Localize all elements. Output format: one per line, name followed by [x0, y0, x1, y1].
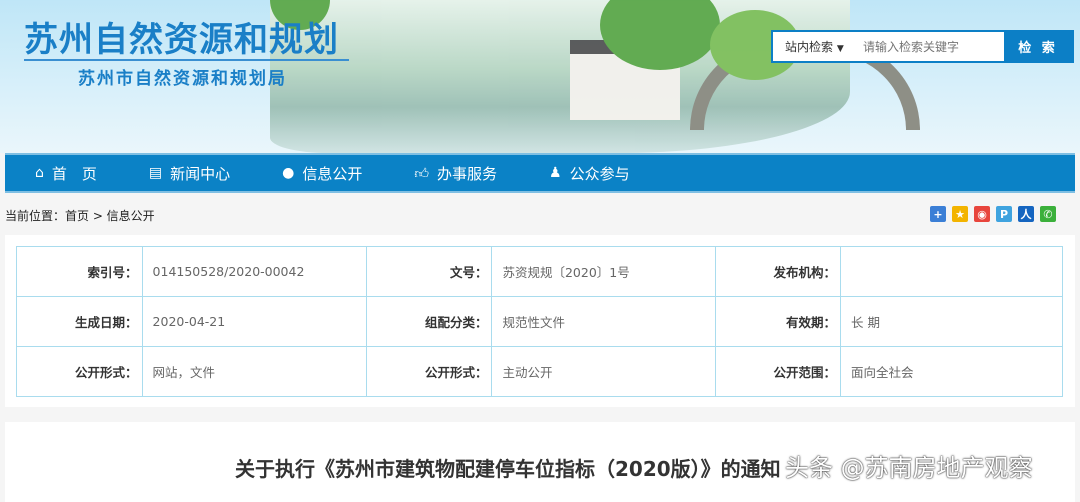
- tencent-icon[interactable]: P: [996, 206, 1012, 222]
- main-nav: ⌂ 首 页 ▤ 新闻中心 ● 信息公开 👍︎ 办事服务 ♟ 公众参与: [5, 153, 1075, 193]
- search-button[interactable]: 检 索: [1004, 32, 1072, 61]
- globe-icon: ●: [282, 165, 295, 181]
- meta-label: 公开形式：: [16, 346, 143, 397]
- newspaper-icon: ▤: [148, 165, 163, 181]
- document-metadata: 索引号： 014150528/2020-00042 文号： 苏资规规〔2020〕1号…: [5, 235, 1075, 407]
- user-icon: ♟: [549, 165, 562, 181]
- meta-label: 有效期：: [714, 296, 842, 347]
- search-input[interactable]: [863, 39, 1003, 54]
- nav-label: 首 页: [51, 164, 97, 183]
- wechat-icon[interactable]: ✆: [1040, 206, 1056, 222]
- canal-scene-illustration: [270, 0, 920, 153]
- meta-label: 组配分类：: [365, 296, 493, 347]
- meta-value: 014150528/2020-00042: [141, 246, 367, 297]
- nav-info[interactable]: ● 信息公开: [282, 163, 362, 184]
- plus-share-icon[interactable]: +: [930, 206, 946, 222]
- search-scope-label: 站内检索: [785, 40, 834, 54]
- breadcrumb: 当前位置：首页 > 信息公开: [5, 209, 155, 223]
- share-bar: + ★ ◉ P 人 ✆: [930, 206, 1056, 222]
- meta-label: 公开形式：: [365, 346, 493, 397]
- caret-down-icon: ▼: [836, 44, 844, 54]
- thumbs-up-icon: 👍︎: [414, 165, 430, 182]
- meta-value: 网站，文件: [141, 346, 367, 397]
- meta-value: 苏资规规〔2020〕1号: [491, 246, 716, 297]
- nav-home[interactable]: ⌂ 首 页: [35, 163, 97, 184]
- table-row: 公开形式： 网站，文件 公开形式： 主动公开 公开范围： 面向全社会: [16, 346, 1063, 397]
- search-bar: 站内检索 ▼ 检 索: [771, 30, 1074, 63]
- nav-label: 办事服务: [437, 164, 498, 183]
- home-icon: ⌂: [35, 165, 44, 181]
- search-scope-select[interactable]: 站内检索 ▼: [773, 38, 863, 55]
- nav-label: 信息公开: [302, 164, 363, 183]
- meta-label: 索引号：: [16, 246, 143, 297]
- nav-label: 公众参与: [569, 164, 630, 183]
- meta-label: 公开范围：: [714, 346, 842, 397]
- nav-label: 新闻中心: [170, 164, 231, 183]
- nav-services[interactable]: 👍︎ 办事服务: [414, 163, 497, 184]
- logo-divider: [24, 59, 349, 61]
- nav-public[interactable]: ♟ 公众参与: [549, 163, 630, 184]
- meta-value: 2020-04-21: [141, 296, 367, 347]
- meta-value: [840, 246, 1063, 297]
- qzone-icon[interactable]: ★: [952, 206, 968, 222]
- meta-label: 生成日期：: [16, 296, 143, 347]
- site-logo-subtitle: 苏州市自然资源和规划局: [78, 69, 287, 89]
- meta-label: 发布机构：: [714, 246, 842, 297]
- article: 关于执行《苏州市建筑物配建停车位指标（2020版）》的通知 头条 @苏南房地产观…: [5, 422, 1075, 502]
- renren-icon[interactable]: 人: [1018, 206, 1034, 222]
- meta-label: 文号：: [365, 246, 493, 297]
- weibo-icon[interactable]: ◉: [974, 206, 990, 222]
- site-logo-title[interactable]: 苏州自然资源和规划: [24, 12, 339, 61]
- article-title: 关于执行《苏州市建筑物配建停车位指标（2020版）》的通知: [235, 457, 781, 481]
- watermark: 头条 @苏南房地产观察: [785, 454, 1033, 482]
- table-row: 生成日期： 2020-04-21 组配分类： 规范性文件 有效期：长 期: [16, 296, 1063, 347]
- nav-news[interactable]: ▤ 新闻中心: [149, 163, 230, 184]
- meta-value: 主动公开: [491, 346, 716, 397]
- header-banner: 苏州自然资源和规划 苏州市自然资源和规划局 站内检索 ▼ 检 索: [0, 0, 1080, 153]
- meta-value: 规范性文件: [491, 296, 716, 347]
- meta-value: 长 期: [840, 296, 1063, 347]
- table-row: 索引号： 014150528/2020-00042 文号： 苏资规规〔2020〕1号…: [16, 246, 1063, 297]
- meta-value: 面向全社会: [840, 346, 1063, 397]
